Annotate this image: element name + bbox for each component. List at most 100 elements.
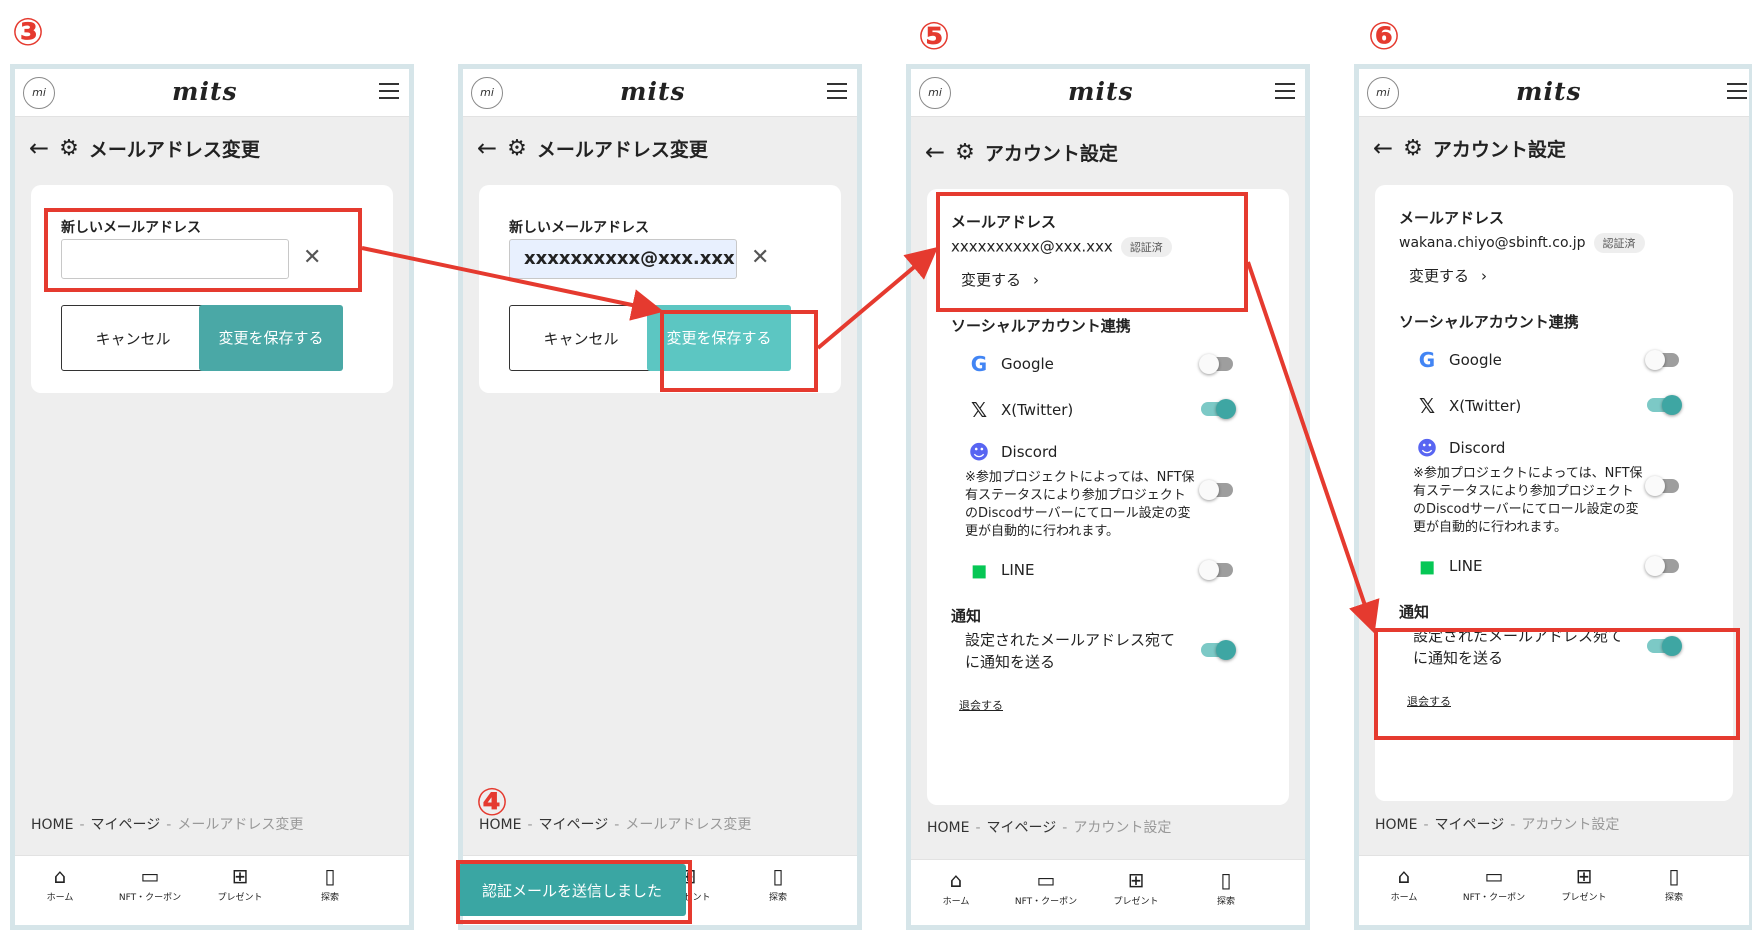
nav-explore[interactable]: ▯ 探索	[1629, 864, 1719, 903]
line-toggle[interactable]	[1199, 560, 1233, 580]
bottom-navigation: ⌂ホーム ▭NFT・クーポン ⊞プレゼント ▯探索	[15, 855, 409, 925]
discord-toggle[interactable]	[1199, 480, 1233, 500]
nav-coupon[interactable]: ▭NFT・クーポン	[105, 864, 195, 903]
back-arrow-icon[interactable]: ←	[477, 134, 497, 162]
line-icon: ◼	[970, 558, 988, 582]
nav-home[interactable]: ⌂ホーム	[15, 864, 105, 903]
email-section-title: メールアドレス	[1399, 209, 1505, 227]
nav-explore[interactable]: ▯ 探索	[285, 864, 375, 903]
back-arrow-icon[interactable]: ←	[1373, 134, 1393, 162]
highlight-toast	[456, 860, 692, 924]
nav-present[interactable]: ⊞ プレゼント	[195, 864, 285, 903]
breadcrumb: HOME - マイページ - アカウント設定	[927, 820, 1172, 836]
app-logo[interactable]: mits	[620, 77, 686, 106]
breadcrumb-mypage[interactable]: マイページ	[539, 817, 609, 833]
breadcrumb-mypage[interactable]: マイページ	[91, 817, 161, 833]
step-3-label: ③	[12, 10, 45, 54]
nav-explore[interactable]: ▯ 探索	[733, 864, 823, 903]
x-twitter-icon: 𝕏	[970, 398, 988, 422]
notify-section-title: 通知	[1399, 603, 1430, 621]
breadcrumb-mypage[interactable]: マイページ	[987, 820, 1057, 836]
back-arrow-icon[interactable]: ←	[29, 134, 49, 162]
save-button[interactable]: 変更を保存する	[199, 305, 343, 371]
discord-icon: ☻	[1416, 436, 1438, 460]
nav-present[interactable]: ⊞ プレゼント	[1091, 868, 1181, 907]
new-email-input[interactable]: xxxxxxxxxx@xxx.xxx	[509, 239, 737, 279]
map-icon: ▯	[324, 864, 336, 888]
ticket-icon: ▭	[1484, 864, 1504, 888]
nav-coupon[interactable]: ▭NFT・クーポン	[1449, 864, 1539, 903]
page-title: メールアドレス変更	[536, 138, 708, 161]
google-icon: G	[1418, 348, 1436, 372]
home-icon: ⌂	[1397, 864, 1411, 888]
bottom-navigation: ⌂ホーム ▭NFT・クーポン ⊞プレゼント ▯探索	[911, 859, 1305, 925]
highlight-email-input	[44, 208, 362, 292]
line-icon: ◼	[1418, 554, 1436, 578]
back-arrow-icon[interactable]: ←	[925, 138, 945, 166]
home-icon: ⌂	[53, 864, 67, 888]
ticket-icon: ▭	[140, 864, 160, 888]
breadcrumb: HOME - マイページ - メールアドレス変更	[479, 817, 752, 833]
notify-text: 設定されたメールアドレス宛てに通知を送る	[965, 631, 1176, 671]
app-header: mi mits	[463, 69, 857, 117]
discord-row: ☻ Discord	[1413, 433, 1703, 463]
gear-icon: ⚙	[1403, 135, 1423, 161]
nav-home[interactable]: ⌂ホーム	[911, 868, 1001, 907]
discord-icon: ☻	[968, 440, 990, 464]
app-logo[interactable]: mits	[172, 77, 238, 106]
app-logo[interactable]: mits	[1068, 77, 1134, 106]
page-title-bar: ← ⚙ アカウント設定	[1373, 131, 1566, 165]
avatar[interactable]: mi	[1367, 77, 1399, 109]
app-logo[interactable]: mits	[1516, 77, 1582, 106]
breadcrumb: HOME - マイページ - アカウント設定	[1375, 817, 1620, 833]
nav-present[interactable]: ⊞ プレゼント	[1539, 864, 1629, 903]
ticket-icon: ▭	[1036, 868, 1056, 892]
map-icon: ▯	[772, 864, 784, 888]
breadcrumb-home[interactable]: HOME	[1375, 817, 1417, 833]
google-toggle[interactable]	[1645, 350, 1679, 370]
avatar[interactable]: mi	[471, 77, 503, 109]
line-toggle[interactable]	[1645, 556, 1679, 576]
phone-screen-email-change-filled: mi mits ← ⚙ メールアドレス変更 新しいメールアドレス xxxxxxx…	[458, 64, 862, 930]
social-section-title: ソーシャルアカウント連携	[951, 317, 1131, 335]
discord-row: ☻ Discord	[965, 437, 1255, 467]
cancel-button[interactable]: キャンセル	[509, 305, 653, 371]
nav-home[interactable]: ⌂ホーム	[1359, 864, 1449, 903]
bottom-navigation: ⌂ホーム ▭NFT・クーポン ⊞プレゼント ▯探索	[1359, 855, 1749, 925]
twitter-toggle[interactable]	[1201, 399, 1236, 419]
email-row: wakana.chiyo@sbinft.co.jp 認証済	[1399, 233, 1645, 253]
breadcrumb-home[interactable]: HOME	[927, 820, 969, 836]
hamburger-menu-icon[interactable]	[1727, 83, 1747, 99]
breadcrumb-current: メールアドレス変更	[625, 817, 752, 833]
gift-icon: ⊞	[1127, 868, 1145, 892]
discord-note: ※参加プロジェクトによっては、NFT保有ステータスにより参加プロジェクトのDis…	[965, 470, 1195, 539]
breadcrumb-home[interactable]: HOME	[31, 817, 73, 833]
page-title: メールアドレス変更	[88, 138, 260, 161]
notify-section-title: 通知	[951, 607, 982, 625]
withdraw-link[interactable]: 退会する	[959, 697, 1003, 713]
hamburger-menu-icon[interactable]	[1275, 83, 1295, 99]
avatar[interactable]: mi	[919, 77, 951, 109]
current-email: wakana.chiyo@sbinft.co.jp	[1399, 235, 1586, 251]
breadcrumb-current: アカウント設定	[1521, 817, 1620, 833]
change-email-link[interactable]: 変更する ›	[1409, 265, 1487, 286]
notify-toggle[interactable]	[1201, 640, 1236, 660]
verified-badge: 認証済	[1593, 233, 1645, 253]
clear-icon[interactable]: ✕	[751, 245, 769, 270]
hamburger-menu-icon[interactable]	[379, 83, 399, 99]
nav-explore[interactable]: ▯ 探索	[1181, 868, 1271, 907]
google-icon: G	[970, 352, 988, 376]
nav-coupon[interactable]: ▭NFT・クーポン	[1001, 868, 1091, 907]
step-5-label: ⑤	[918, 14, 951, 58]
app-header: mi mits	[911, 69, 1305, 117]
page-title-bar: ← ⚙ メールアドレス変更	[29, 131, 260, 165]
breadcrumb-mypage[interactable]: マイページ	[1435, 817, 1505, 833]
avatar[interactable]: mi	[23, 77, 55, 109]
cancel-button[interactable]: キャンセル	[61, 305, 205, 371]
step-6-label: ⑥	[1368, 14, 1401, 58]
app-header: mi mits	[15, 69, 409, 117]
discord-toggle[interactable]	[1645, 476, 1679, 496]
google-toggle[interactable]	[1199, 354, 1233, 374]
hamburger-menu-icon[interactable]	[827, 83, 847, 99]
twitter-toggle[interactable]	[1647, 395, 1682, 415]
